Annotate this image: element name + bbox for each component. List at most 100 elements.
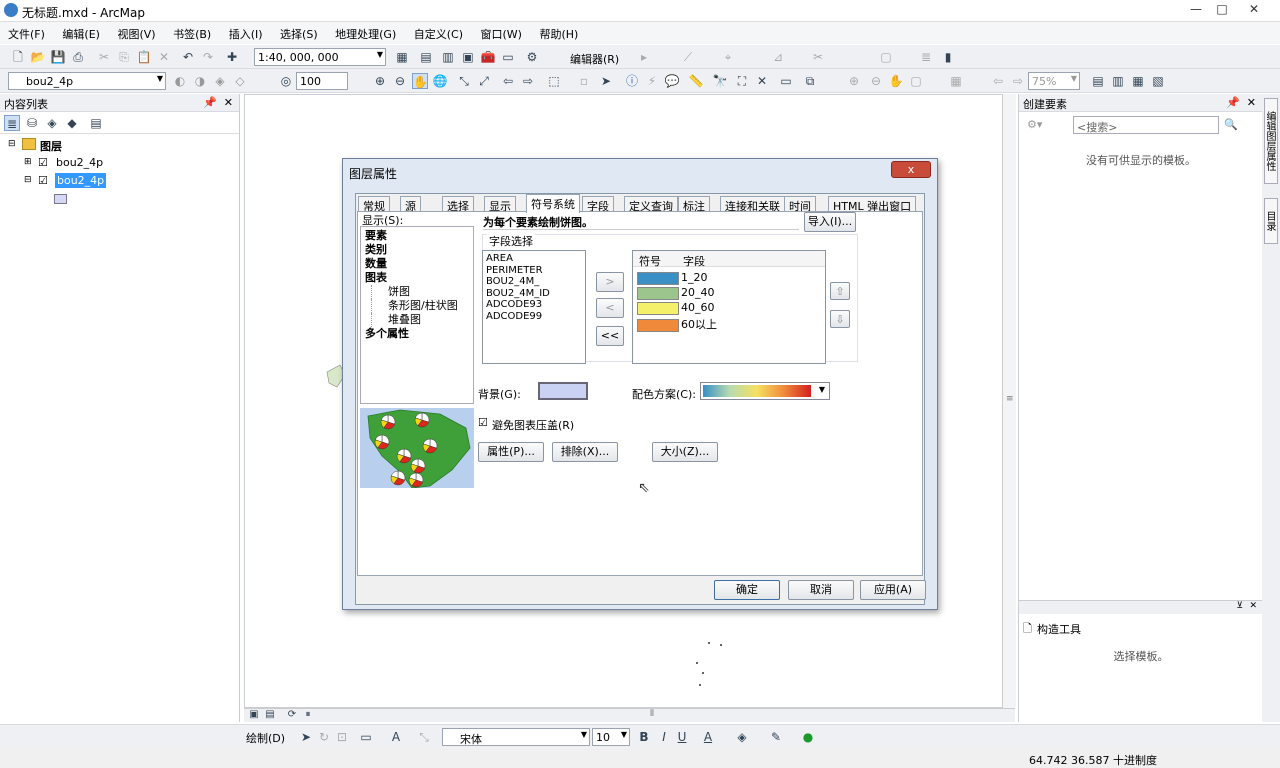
zoom-to-selected-icon[interactable]: ⊡ [334,729,350,745]
delete-icon[interactable]: ✕ [156,49,172,65]
symbol-row[interactable]: 20_40 [637,286,825,301]
zoom-percent-combo[interactable]: 75% ▼ [1028,72,1080,90]
attributes-icon[interactable]: ≣ [918,49,934,65]
rotate-icon[interactable]: ↻ [316,729,332,745]
maximize-button[interactable]: □ [1212,2,1232,18]
tab-joins-relates[interactable]: 连接和关联 [720,196,785,213]
tab-definition-query[interactable]: 定义查询 [624,196,678,213]
color-scheme-combo[interactable]: ▼ [700,382,830,400]
measure-icon[interactable]: 📏 [688,73,704,89]
menu-insert[interactable]: 插入(I) [221,22,269,42]
background-color-button[interactable] [538,382,588,400]
side-tab-catalog[interactable]: 目录 [1264,198,1278,244]
scale-combo[interactable]: 1:40, 000, 000 ▼ [254,48,386,66]
layer-checkbox[interactable]: ☑ [38,156,48,169]
sketch-properties-icon[interactable]: ▢ [878,49,894,65]
symbol-swatch[interactable] [637,286,679,300]
swipe-icon[interactable]: ◑ [192,73,208,89]
tab-symbology[interactable]: 符号系统 [526,194,580,213]
catalog-icon[interactable]: ▥ [440,49,456,65]
font-color-button[interactable]: A [700,729,716,745]
field-item[interactable]: BOU2_4M_ [483,276,585,288]
menu-bookmarks[interactable]: 书签(B) [165,22,217,42]
transparency-input[interactable]: 100 [296,72,348,90]
effects-icon[interactable]: ◐ [172,73,188,89]
symbol-row[interactable]: 40_60 [637,301,825,316]
menu-view[interactable]: 视图(V) [109,22,161,42]
new-document-icon[interactable]: 🗋 [10,49,26,65]
template-search-input[interactable]: <搜索> [1073,116,1219,134]
print-icon[interactable]: ⎙ [70,49,86,65]
field-item[interactable]: BOU2_4M_ID [483,288,585,300]
map-vertical-scrollbar[interactable]: ≡ [1002,94,1016,708]
field-item[interactable]: ADCODE99 [483,311,585,323]
find-route-icon[interactable]: ⛶ [734,73,750,89]
tab-fields[interactable]: 字段 [582,196,614,213]
symbol-swatch[interactable] [637,318,679,332]
options-icon[interactable]: ▤ [88,115,104,131]
italic-button[interactable]: I [656,729,672,745]
apply-button[interactable]: 应用(A) [860,580,926,600]
tab-general[interactable]: 常规 [358,196,390,213]
font-combo[interactable]: 宋体 ▼ [442,728,590,746]
remove-field-button[interactable]: < [596,298,624,318]
open-icon[interactable]: 📂 [30,49,46,65]
editor-menu[interactable]: 编辑器(R) [570,51,619,67]
fixed-zoom-in-icon[interactable]: ⤡ [456,73,472,89]
layout-zoom-in-icon[interactable]: ⊕ [846,73,862,89]
menu-file[interactable]: 文件(F) [0,22,51,42]
save-icon[interactable]: 💾 [50,49,66,65]
data-view-icon[interactable]: ▤ [262,707,278,723]
search-window-icon[interactable]: ▣ [460,49,476,65]
create-features-icon[interactable]: ▮ [940,49,956,65]
properties-button[interactable]: 属性(P)... [478,442,544,462]
minimize-button[interactable]: — [1186,2,1206,18]
show-item[interactable]: 要素 [365,229,469,243]
symbol-row[interactable]: 60以上 [637,316,825,332]
edit-vertices-icon[interactable]: ⤡ [416,729,432,745]
close-icon[interactable]: ✕ [1247,96,1256,109]
undo-icon[interactable]: ↶ [180,49,196,65]
bold-button[interactable]: B [636,729,652,745]
size-button[interactable]: 大小(Z)... [652,442,718,462]
draw-menu[interactable]: 绘制(D) [246,730,285,746]
underline-button[interactable]: U [674,729,690,745]
menu-geoprocessing[interactable]: 地理处理(G) [327,22,402,42]
pin-icon[interactable]: 📌 [1226,96,1240,109]
expand-icon[interactable]: ⊞ [24,157,32,167]
copy-icon[interactable]: ⎘ [116,49,132,65]
side-tab-layer-properties[interactable]: 编辑图层属性 [1264,98,1278,184]
menu-help[interactable]: 帮助(H) [531,22,584,42]
list-by-visibility-icon[interactable]: ◈ [44,115,60,131]
layout-view-icon[interactable]: ▣ [246,707,262,723]
import-button[interactable]: 导入(I)... [804,212,856,232]
show-item[interactable]: 堆叠图 [371,313,469,327]
close-icon[interactable]: ✕ [1249,601,1257,611]
fixed-zoom-out-icon[interactable]: ⤢ [476,73,492,89]
tab-labels[interactable]: 标注 [678,196,710,213]
layout-forward-icon[interactable]: ⇨ [1010,73,1026,89]
menu-windows[interactable]: 窗口(W) [473,22,528,42]
reshape-icon[interactable]: ⊿ [770,49,786,65]
layer-select-combo[interactable]: bou2_4p ▼ [8,72,166,90]
zoom-out-icon[interactable]: ⊖ [392,73,408,89]
toc-icon[interactable]: ▤ [418,49,434,65]
list-by-drawing-order-icon[interactable]: ≣ [4,115,20,131]
available-fields-list[interactable]: AREA PERIMETER BOU2_4M_ BOU2_4M_ID ADCODE93 A… [482,250,586,364]
symbol-swatch[interactable] [637,301,679,315]
paste-icon[interactable]: 📋 [136,49,152,65]
pin-icon[interactable]: 📌 [203,96,217,109]
data-driven-pages-icon[interactable]: ▧ [1150,73,1166,89]
move-down-button[interactable]: ⇩ [830,310,850,328]
tab-display[interactable]: 显示 [484,196,516,213]
find-icon[interactable]: 🔭 [712,73,728,89]
show-item[interactable]: 饼图 [371,285,469,299]
show-item[interactable]: 数量 [365,257,469,271]
symbol-row[interactable]: 1_20 [637,271,825,286]
edit-tool-icon[interactable]: ▸ [636,49,652,65]
clear-selection-icon[interactable]: ▫ [576,73,592,89]
field-item[interactable]: AREA [483,253,585,265]
back-icon[interactable]: ⇦ [500,73,516,89]
add-data-icon[interactable]: ✚ [224,49,240,65]
exclude-button[interactable]: 排除(X)... [552,442,618,462]
